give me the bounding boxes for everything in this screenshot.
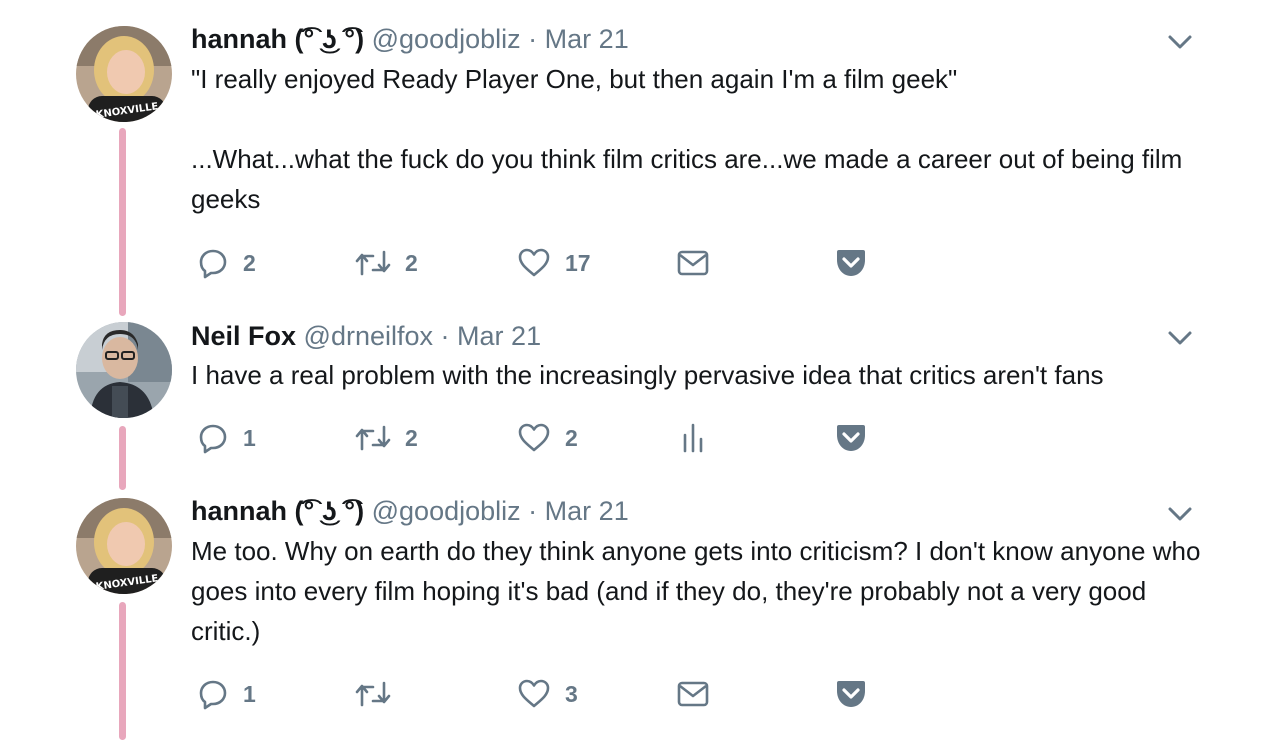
- heart-icon: [518, 248, 550, 277]
- like-button[interactable]: 3: [517, 674, 578, 714]
- retweet-count: 2: [405, 249, 418, 276]
- like-count: 17: [565, 249, 591, 276]
- pocket-icon: [837, 425, 865, 451]
- like-button[interactable]: 17: [517, 243, 591, 283]
- tweet-header: hannah (͡° ͜ʖ ͡°) @goodjobliz · Mar 21: [191, 494, 629, 528]
- separator-dot: ·: [528, 24, 538, 54]
- heart-icon: [518, 423, 550, 452]
- chevron-down-icon[interactable]: [1166, 328, 1194, 348]
- chevron-down-icon[interactable]: [1166, 504, 1194, 524]
- display-name[interactable]: Neil Fox: [191, 321, 296, 351]
- pocket-button[interactable]: [835, 243, 867, 283]
- tweet-actions: 2 2 17: [191, 243, 891, 283]
- retweet-button[interactable]: 2: [355, 418, 418, 458]
- avatar[interactable]: KNOXVILLE: [76, 498, 172, 594]
- reply-button[interactable]: 1: [197, 418, 256, 458]
- heart-icon: [518, 679, 550, 708]
- timestamp[interactable]: Mar 21: [457, 321, 541, 351]
- chevron-down-icon[interactable]: [1166, 32, 1194, 52]
- reply-icon: [199, 249, 227, 279]
- reply-button[interactable]: 1: [197, 674, 256, 714]
- display-name[interactable]: hannah (͡° ͜ʖ ͡°): [191, 24, 364, 54]
- direct-message-button[interactable]: [677, 674, 709, 714]
- like-count: 3: [565, 680, 578, 707]
- reply-count: 1: [243, 424, 256, 451]
- username[interactable]: @goodjobliz: [372, 496, 521, 526]
- reply-button[interactable]: 2: [197, 243, 256, 283]
- tweet-header: hannah (͡° ͜ʖ ͡°) @goodjobliz · Mar 21: [191, 22, 629, 56]
- tweet-text: "I really enjoyed Ready Player One, but …: [191, 59, 1201, 219]
- tweet-header: Neil Fox @drneilfox · Mar 21: [191, 319, 541, 353]
- reply-count: 1: [243, 680, 256, 707]
- analytics-button[interactable]: [681, 418, 705, 458]
- display-name[interactable]: hannah (͡° ͜ʖ ͡°): [191, 496, 364, 526]
- reply-icon: [199, 680, 227, 710]
- envelope-icon: [677, 681, 709, 707]
- username[interactable]: @goodjobliz: [372, 24, 521, 54]
- tweet-text: Me too. Why on earth do they think anyon…: [191, 531, 1201, 651]
- reply-icon: [199, 424, 227, 454]
- retweet-button[interactable]: 2: [355, 243, 418, 283]
- tweet-paragraph: I have a real problem with the increasin…: [191, 360, 1104, 390]
- like-button[interactable]: 2: [517, 418, 578, 458]
- tweet-paragraph: Me too. Why on earth do they think anyon…: [191, 536, 1201, 646]
- tweet-paragraph: ...What...what the fuck do you think fil…: [191, 144, 1183, 214]
- separator-dot: ·: [528, 496, 538, 526]
- retweet-icon: [355, 425, 391, 451]
- timestamp[interactable]: Mar 21: [545, 496, 629, 526]
- tweet-paragraph: "I really enjoyed Ready Player One, but …: [191, 64, 958, 94]
- retweet-count: 2: [405, 424, 418, 451]
- envelope-icon: [677, 250, 709, 276]
- retweet-button[interactable]: [355, 674, 405, 714]
- reply-count: 2: [243, 249, 256, 276]
- pocket-icon: [837, 250, 865, 276]
- analytics-icon: [683, 423, 703, 453]
- username[interactable]: @drneilfox: [304, 321, 433, 351]
- tweet[interactable]: Neil Fox @drneilfox · Mar 21 I have a re…: [0, 300, 1272, 475]
- tweet-actions: 1 3: [191, 674, 891, 714]
- tweet-actions: 1 2 2: [191, 418, 891, 458]
- separator-dot: ·: [440, 321, 450, 351]
- retweet-icon: [355, 681, 391, 707]
- like-count: 2: [565, 424, 578, 451]
- tweet-text: I have a real problem with the increasin…: [191, 355, 1201, 395]
- retweet-icon: [355, 250, 391, 276]
- pocket-button[interactable]: [835, 418, 867, 458]
- tweet[interactable]: KNOXVILLE hannah (͡° ͜ʖ ͡°) @goodjobliz …: [0, 0, 1272, 300]
- tweet[interactable]: KNOXVILLE hannah (͡° ͜ʖ ͡°) @goodjobliz …: [0, 475, 1272, 740]
- avatar[interactable]: KNOXVILLE: [76, 26, 172, 122]
- avatar[interactable]: [76, 322, 172, 418]
- pocket-button[interactable]: [835, 674, 867, 714]
- timestamp[interactable]: Mar 21: [545, 24, 629, 54]
- pocket-icon: [837, 681, 865, 707]
- direct-message-button[interactable]: [677, 243, 709, 283]
